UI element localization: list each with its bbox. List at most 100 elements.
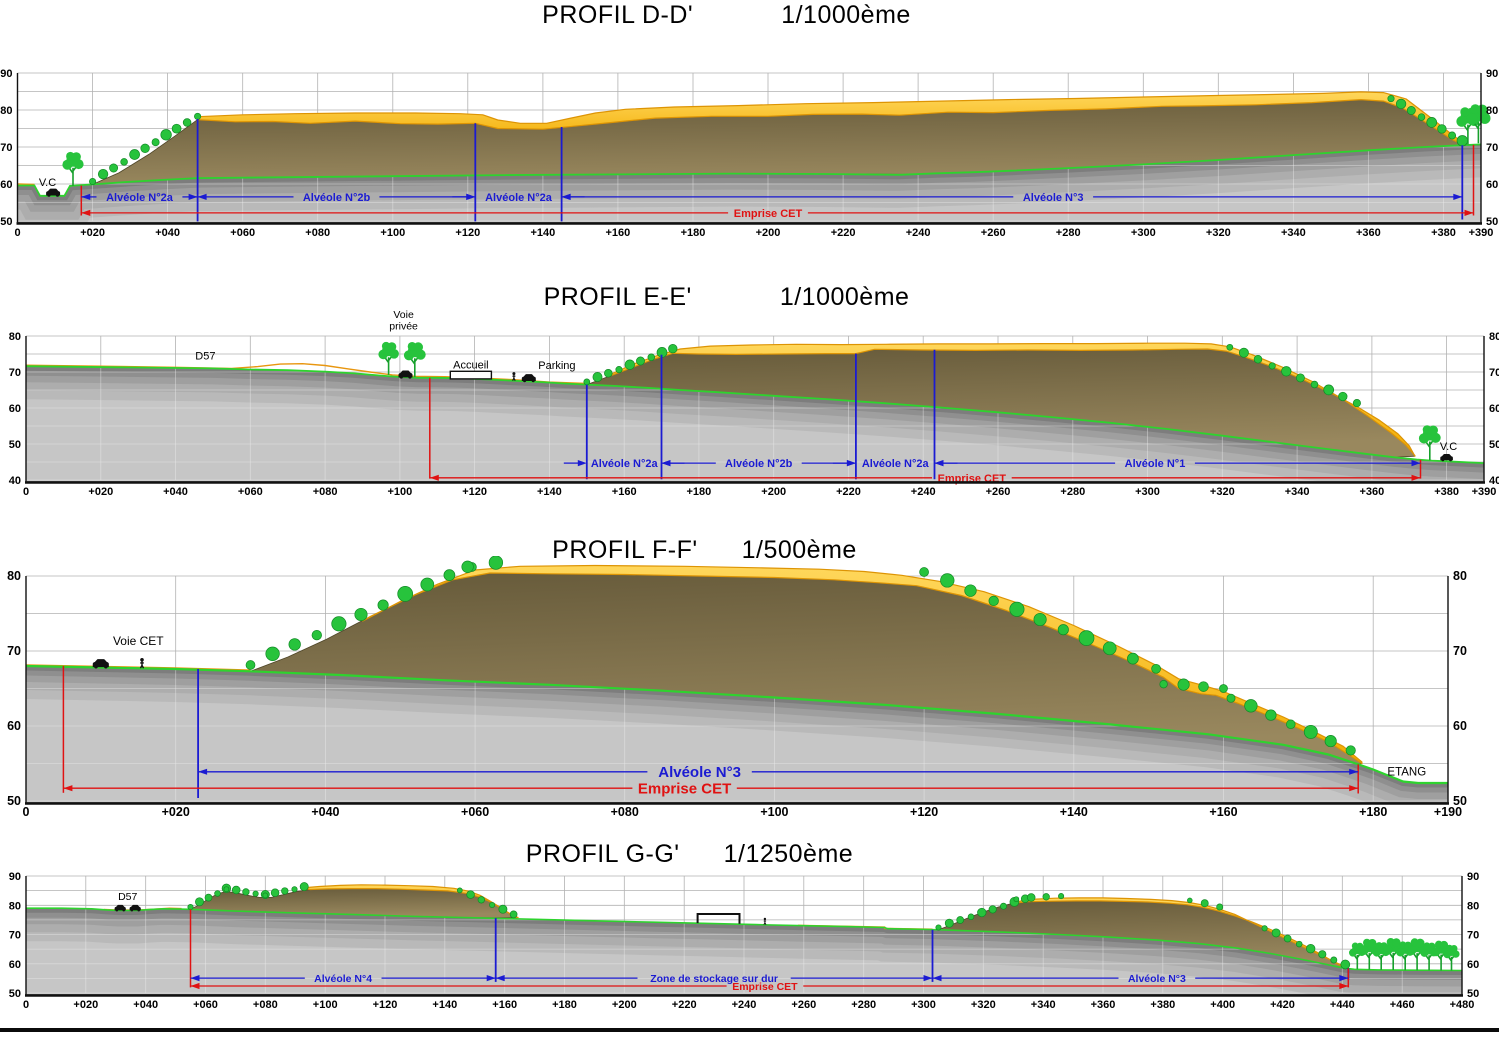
svg-text:+120: +120 xyxy=(455,227,480,239)
svg-text:+100: +100 xyxy=(388,486,413,498)
sheet-border-line xyxy=(0,1028,1499,1032)
svg-text:80: 80 xyxy=(1467,900,1479,912)
svg-text:+160: +160 xyxy=(1209,805,1237,819)
dimension-label: Alvéole N°3 xyxy=(658,764,741,781)
svg-text:+060: +060 xyxy=(230,227,255,239)
dimension-label: Alvéole N°2a xyxy=(106,192,174,204)
svg-text:+220: +220 xyxy=(672,999,697,1011)
svg-text:+040: +040 xyxy=(163,486,188,498)
profil-gg-chart: Alvéole N°4Zone de stockage sur durAlvéo… xyxy=(0,858,1499,1022)
annotation-label: D57 xyxy=(195,350,215,362)
profile-drawing-sheet: PROFIL D-D' 1/1000ème Alvéole N°2a Alvéol… xyxy=(0,0,1499,1040)
svg-text:+020: +020 xyxy=(162,805,190,819)
svg-text:+420: +420 xyxy=(1270,999,1295,1011)
annotation-label: V.C xyxy=(1440,441,1457,453)
svg-text:+200: +200 xyxy=(756,227,781,239)
svg-text:+180: +180 xyxy=(681,227,706,239)
svg-text:70: 70 xyxy=(9,367,21,379)
svg-text:+380: +380 xyxy=(1431,227,1456,239)
svg-text:+080: +080 xyxy=(611,805,639,819)
svg-text:+280: +280 xyxy=(1060,486,1085,498)
svg-text:+360: +360 xyxy=(1091,999,1116,1011)
svg-text:+220: +220 xyxy=(836,486,861,498)
svg-text:50: 50 xyxy=(9,439,21,451)
svg-text:+220: +220 xyxy=(831,227,856,239)
annotation-label: privée xyxy=(389,321,418,333)
goal-frame-icon xyxy=(698,914,740,924)
svg-text:+200: +200 xyxy=(612,999,637,1011)
svg-text:+080: +080 xyxy=(313,486,338,498)
svg-text:80: 80 xyxy=(1453,569,1467,583)
svg-text:+260: +260 xyxy=(986,486,1011,498)
svg-text:60: 60 xyxy=(9,403,21,415)
svg-text:90: 90 xyxy=(1467,871,1479,883)
svg-text:+180: +180 xyxy=(552,999,577,1011)
svg-text:+460: +460 xyxy=(1390,999,1415,1011)
dimension-label: Alvéole N°3 xyxy=(1128,973,1186,985)
svg-text:+100: +100 xyxy=(760,805,788,819)
svg-text:+260: +260 xyxy=(791,999,816,1011)
svg-text:+180: +180 xyxy=(687,486,712,498)
svg-text:+200: +200 xyxy=(761,486,786,498)
svg-text:70: 70 xyxy=(9,930,21,942)
svg-text:50: 50 xyxy=(9,988,21,1000)
svg-text:+180: +180 xyxy=(1359,805,1387,819)
svg-text:+040: +040 xyxy=(133,999,158,1011)
car-icon xyxy=(522,374,536,382)
svg-text:+240: +240 xyxy=(732,999,757,1011)
svg-text:80: 80 xyxy=(1489,331,1499,343)
dimension-label: Alvéole N°2b xyxy=(725,458,793,470)
svg-text:+390: +390 xyxy=(1469,227,1494,239)
svg-text:+340: +340 xyxy=(1285,486,1310,498)
svg-text:0: 0 xyxy=(23,486,29,498)
svg-text:60: 60 xyxy=(9,959,21,971)
svg-text:80: 80 xyxy=(1486,105,1498,117)
svg-text:+380: +380 xyxy=(1150,999,1175,1011)
tree-icon xyxy=(1419,425,1441,460)
svg-text:0: 0 xyxy=(23,999,29,1011)
svg-text:+100: +100 xyxy=(380,227,405,239)
building-icon xyxy=(450,371,491,379)
dimension-label: Emprise CET xyxy=(638,781,731,798)
annotation-label: ETANG xyxy=(1387,767,1426,779)
svg-text:80: 80 xyxy=(9,331,21,343)
person-icon xyxy=(512,372,515,381)
svg-text:+020: +020 xyxy=(88,486,113,498)
svg-text:+360: +360 xyxy=(1360,486,1385,498)
annotation-label: V.C xyxy=(39,177,56,189)
svg-text:90: 90 xyxy=(1486,68,1498,80)
svg-text:50: 50 xyxy=(0,216,12,228)
svg-text:50: 50 xyxy=(1489,439,1499,451)
car-icon xyxy=(1440,454,1453,461)
svg-text:60: 60 xyxy=(1486,179,1498,191)
svg-text:+380: +380 xyxy=(1434,486,1459,498)
svg-text:+060: +060 xyxy=(238,486,263,498)
svg-text:+120: +120 xyxy=(462,486,487,498)
car-icon xyxy=(130,905,141,911)
dimension-label: Alvéole N°2a xyxy=(591,458,659,470)
svg-text:50: 50 xyxy=(7,794,21,808)
svg-text:+480: +480 xyxy=(1450,999,1475,1011)
svg-text:+320: +320 xyxy=(1210,486,1235,498)
svg-text:+300: +300 xyxy=(1135,486,1160,498)
svg-text:0: 0 xyxy=(14,227,20,239)
dimension-label: Alvéole N°4 xyxy=(314,973,372,985)
annotation-label: Voie xyxy=(393,309,414,321)
svg-text:+080: +080 xyxy=(253,999,278,1011)
dimension-label: Alvéole N°2b xyxy=(303,192,371,204)
tree-icon xyxy=(378,342,399,375)
svg-text:+140: +140 xyxy=(432,999,457,1011)
svg-text:60: 60 xyxy=(1489,403,1499,415)
svg-text:+060: +060 xyxy=(193,999,218,1011)
svg-text:90: 90 xyxy=(9,871,21,883)
svg-text:+390: +390 xyxy=(1472,486,1497,498)
profil-ee-chart: Alvéole N°2aAlvéole N°2bAlvéole N°2aAlvé… xyxy=(0,306,1499,508)
profil-dd-title: PROFIL D-D' 1/1000ème xyxy=(0,1,1476,30)
person-icon xyxy=(764,918,766,925)
svg-text:70: 70 xyxy=(1489,367,1499,379)
svg-text:+160: +160 xyxy=(606,227,631,239)
svg-text:+040: +040 xyxy=(155,227,180,239)
svg-text:70: 70 xyxy=(0,142,12,154)
person-icon xyxy=(140,658,144,668)
svg-text:+280: +280 xyxy=(851,999,876,1011)
